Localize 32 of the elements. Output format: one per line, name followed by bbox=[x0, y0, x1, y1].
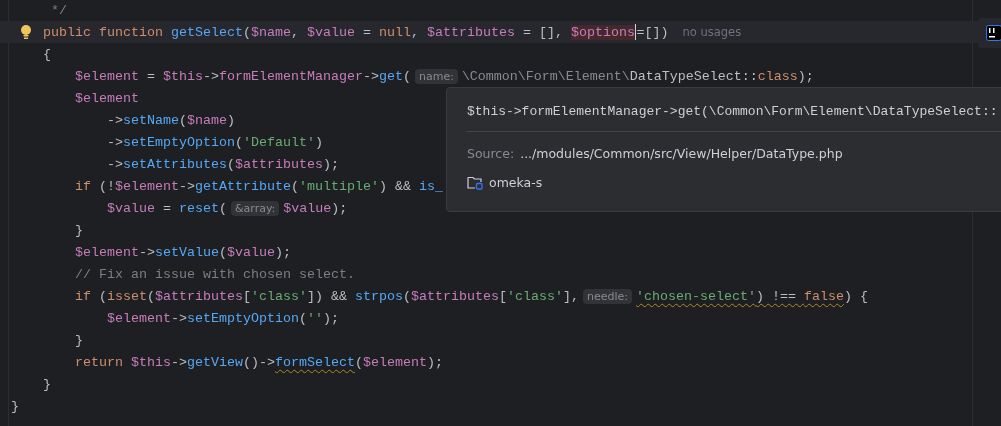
code-text: $element bbox=[75, 90, 139, 106]
folder-icon bbox=[467, 175, 483, 190]
project-name[interactable]: omeka-s bbox=[489, 175, 543, 190]
code-text: \Common\Form\Element\DataTypeSelect::class); bbox=[461, 68, 814, 84]
code-text: */ bbox=[51, 2, 67, 18]
lightbulb-icon[interactable] bbox=[20, 24, 32, 40]
code-text: $value); bbox=[283, 200, 348, 216]
code-text: if (!$element->getAttribute('multiple') && is_ bbox=[75, 178, 443, 194]
source-label: Source: bbox=[467, 146, 515, 161]
code-text: } bbox=[11, 398, 19, 414]
code-text: } bbox=[75, 332, 83, 348]
code-text: // Fix an issue with chosen select. bbox=[75, 266, 355, 282]
code-text: } bbox=[43, 376, 51, 392]
inlay-hint: name: bbox=[414, 68, 458, 84]
code-text: return $this->getView()->formSelect($element); bbox=[75, 354, 443, 370]
app-icon[interactable] bbox=[986, 25, 1001, 41]
code-text: ->setName($name) bbox=[107, 112, 235, 128]
inlay-hint: &array: bbox=[231, 200, 280, 216]
code-text: } bbox=[75, 222, 83, 238]
code-text: $element = $this->formElementManager->get( bbox=[75, 68, 411, 84]
inlay-hint: needle: bbox=[582, 288, 632, 304]
code-text: ->setAttributes($attributes); bbox=[107, 156, 339, 172]
code-text: ->setEmptyOption('Default') bbox=[107, 134, 323, 150]
code-text: $value = reset( bbox=[107, 200, 227, 216]
doc-code: $this->formElementManager->get(\Common\Form\Element\DataTypeSelect:: bbox=[467, 104, 999, 121]
code-text: 'chosen-select') !== false) { bbox=[636, 288, 868, 304]
code-text: if (isset($attributes['class']) && strpos($attributes['class'], bbox=[75, 288, 579, 304]
code-text: { bbox=[43, 46, 51, 62]
source-path[interactable]: .../modules/Common/src/View/Helper/DataType.php bbox=[520, 146, 843, 161]
code-text: $element->setEmptyOption(''); bbox=[107, 310, 339, 326]
code-text: $element->setValue($value); bbox=[75, 244, 291, 260]
code-text: public function getSelect($name, $value = null, $attributes = [], $options=[]) bbox=[43, 24, 669, 40]
